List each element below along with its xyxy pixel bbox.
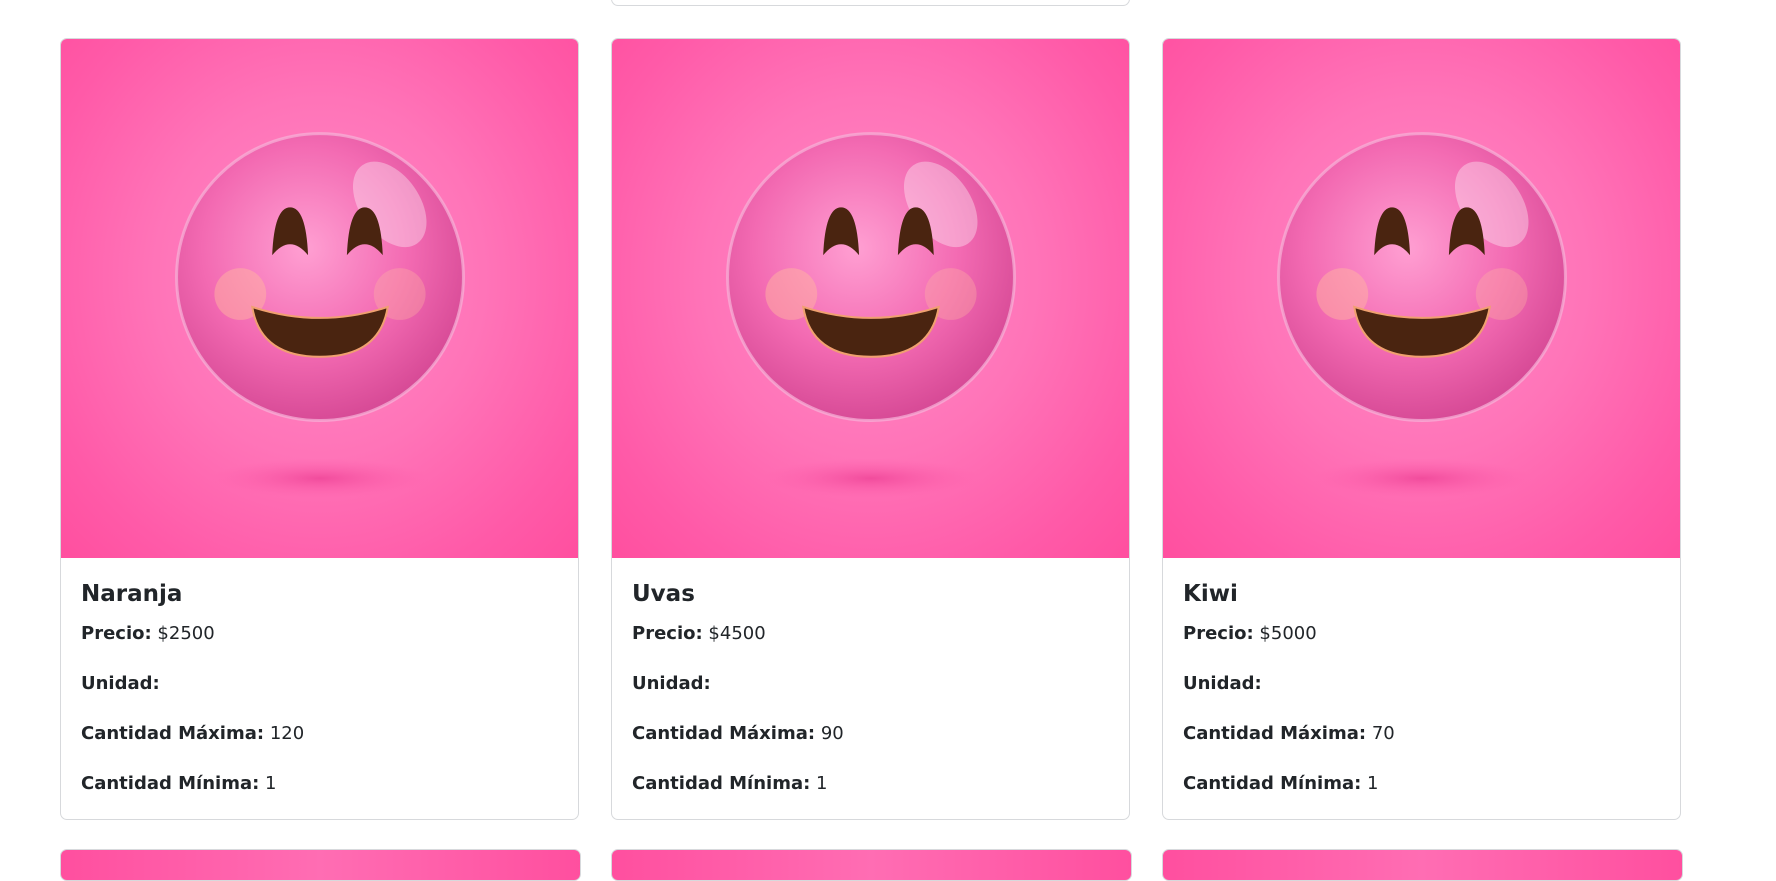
max-quantity-row: Cantidad Máxima: 90 xyxy=(632,723,1109,744)
max-quantity-label: Cantidad Máxima: xyxy=(81,723,265,744)
unit-label: Unidad: xyxy=(1183,673,1262,694)
min-quantity-label: Cantidad Mínima: xyxy=(81,773,260,794)
max-quantity-value: 70 xyxy=(1371,723,1395,744)
max-quantity-label: Cantidad Máxima: xyxy=(1183,723,1367,744)
min-quantity-row: Cantidad Mínima: 1 xyxy=(632,773,1109,794)
min-quantity-label: Cantidad Mínima: xyxy=(632,773,811,794)
min-quantity-row: Cantidad Mínima: 1 xyxy=(1183,773,1660,794)
product-card-body: Kiwi Precio: $5000 Unidad: Cantidad Máxi… xyxy=(1163,558,1680,794)
product-card[interactable]: Naranja Precio: $2500 Unidad: Cantidad M… xyxy=(60,38,579,820)
unit-row: Unidad: xyxy=(632,673,1109,694)
product-card[interactable]: Uvas Precio: $4500 Unidad: Cantidad Máxi… xyxy=(611,38,1130,820)
product-name: Naranja xyxy=(81,581,183,607)
price-row: Precio: $4500 xyxy=(632,623,1109,644)
smiling-emoji-icon xyxy=(726,132,1016,499)
price-label: Precio: xyxy=(632,623,703,644)
smiling-emoji-icon xyxy=(175,132,465,499)
card-partial-top xyxy=(611,0,1130,6)
max-quantity-label: Cantidad Máxima: xyxy=(632,723,816,744)
unit-row: Unidad: xyxy=(81,673,558,694)
card-partial-bottom xyxy=(611,849,1132,881)
max-quantity-row: Cantidad Máxima: 120 xyxy=(81,723,558,744)
price-row: Precio: $5000 xyxy=(1183,623,1660,644)
min-quantity-value: 1 xyxy=(816,773,828,794)
card-partial-bottom xyxy=(1162,849,1683,881)
product-image xyxy=(61,39,578,558)
product-card-body: Uvas Precio: $4500 Unidad: Cantidad Máxi… xyxy=(612,558,1129,794)
min-quantity-value: 1 xyxy=(1367,773,1379,794)
unit-label: Unidad: xyxy=(81,673,160,694)
max-quantity-value: 90 xyxy=(820,723,844,744)
product-card[interactable]: Kiwi Precio: $5000 Unidad: Cantidad Máxi… xyxy=(1162,38,1681,820)
product-name: Uvas xyxy=(632,581,695,607)
product-grid: Naranja Precio: $2500 Unidad: Cantidad M… xyxy=(60,38,1681,820)
product-name: Kiwi xyxy=(1183,581,1238,607)
min-quantity-label: Cantidad Mínima: xyxy=(1183,773,1362,794)
max-quantity-row: Cantidad Máxima: 70 xyxy=(1183,723,1660,744)
product-image xyxy=(612,39,1129,558)
product-image xyxy=(1163,39,1680,558)
unit-label: Unidad: xyxy=(632,673,711,694)
unit-row: Unidad: xyxy=(1183,673,1660,694)
price-row: Precio: $2500 xyxy=(81,623,558,644)
max-quantity-value: 120 xyxy=(269,723,305,744)
price-label: Precio: xyxy=(81,623,152,644)
min-quantity-row: Cantidad Mínima: 1 xyxy=(81,773,558,794)
card-partial-bottom xyxy=(60,849,581,881)
price-label: Precio: xyxy=(1183,623,1254,644)
price-value: $4500 xyxy=(708,623,766,644)
min-quantity-value: 1 xyxy=(265,773,277,794)
smiling-emoji-icon xyxy=(1277,132,1567,499)
product-card-body: Naranja Precio: $2500 Unidad: Cantidad M… xyxy=(61,558,578,794)
price-value: $5000 xyxy=(1259,623,1317,644)
price-value: $2500 xyxy=(157,623,215,644)
